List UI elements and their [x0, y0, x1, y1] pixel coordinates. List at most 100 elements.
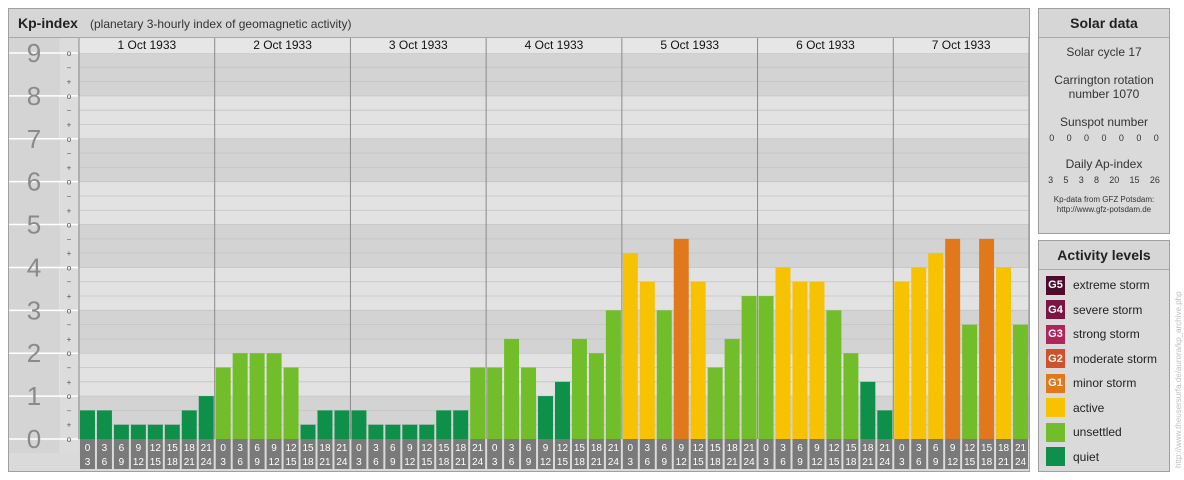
sunspot-value: 0 — [1066, 133, 1072, 143]
carrington-line-2: number 1070 — [1068, 87, 1140, 101]
kp-bar — [300, 424, 316, 439]
level-band — [9, 95, 1029, 139]
ap-index-values: 3 5 3 8 20 15 26 — [1039, 175, 1169, 185]
kp-bar — [724, 338, 740, 439]
kp-chart-panel: Kp-index (planetary 3-hourly index of ge… — [8, 8, 1030, 472]
kp-bar — [622, 253, 638, 439]
interval-start-label: 6 — [119, 443, 125, 454]
legend-swatch — [1046, 398, 1065, 417]
interval-start-label: 3 — [373, 443, 379, 454]
interval-end-label: 24 — [744, 457, 756, 468]
day-label: 3 Oct 1933 — [389, 38, 448, 52]
interval-end-label: 15 — [557, 457, 569, 468]
y-level-label: 6 — [27, 167, 41, 197]
interval-end-label: 18 — [574, 457, 586, 468]
interval-start-label: 9 — [407, 443, 413, 454]
legend-swatch: G3 — [1046, 324, 1065, 344]
legend-label: active — [1073, 400, 1105, 415]
interval-end-label: 12 — [133, 457, 145, 468]
legend-label: unsettled — [1073, 425, 1122, 439]
interval-end-label: 15 — [421, 457, 433, 468]
day-label: 1 Oct 1933 — [117, 38, 176, 52]
interval-end-label: 6 — [916, 457, 922, 468]
interval-start-label: 12 — [421, 443, 433, 454]
kp-bar — [80, 410, 95, 439]
interval-start-label: 12 — [693, 443, 705, 454]
y-minor-mark: − — [67, 192, 72, 201]
interval-end-label: 21 — [591, 457, 603, 468]
legend-label: minor storm — [1073, 376, 1137, 390]
legend-swatch: G4 — [1046, 300, 1065, 319]
credit-link[interactable]: http://www.gfz-potsdam.de — [1039, 205, 1169, 215]
kp-bar — [385, 424, 401, 439]
interval-end-label: 18 — [710, 457, 722, 468]
y-minor-mark: + — [67, 249, 72, 258]
legend-swatch: G5 — [1046, 275, 1065, 295]
y-minor-mark: o — [67, 263, 72, 272]
level-band — [9, 138, 1029, 182]
kp-bar — [368, 424, 384, 439]
ap-index-label: Daily Ap-index — [1065, 157, 1143, 171]
kp-bar — [283, 367, 299, 439]
sunspot-value: 0 — [1136, 133, 1142, 143]
interval-start-label: 15 — [302, 443, 314, 454]
y-minor-mark: + — [67, 206, 72, 215]
sunspot-values: 0 0 0 0 0 0 0 — [1039, 133, 1169, 143]
legend-swatch: G2 — [1046, 349, 1065, 368]
kp-bar — [826, 310, 842, 439]
kp-bar — [877, 410, 893, 439]
kp-bar — [419, 424, 435, 439]
y-minor-mark: o — [67, 349, 72, 358]
ap-index-value: 5 — [1063, 175, 1069, 185]
kp-bar — [113, 424, 129, 439]
interval-start-label: 21 — [744, 443, 756, 454]
y-level-label: 9 — [27, 38, 41, 68]
interval-start-label: 3 — [102, 443, 108, 454]
kp-bar — [130, 424, 146, 439]
legend-swatch: G1 — [1046, 373, 1065, 393]
legend-item: G2 moderate storm — [1046, 349, 1157, 369]
kp-bar — [198, 396, 214, 439]
interval-end-label: 18 — [302, 457, 314, 468]
interval-end-label: 3 — [220, 457, 226, 468]
interval-end-label: 9 — [254, 457, 260, 468]
kp-bar — [809, 281, 825, 439]
ap-index-value: 3 — [1048, 175, 1054, 185]
kp-bar — [164, 424, 180, 439]
interval-start-label: 6 — [933, 443, 939, 454]
y-minor-mark: + — [67, 120, 72, 129]
interval-end-label: 18 — [167, 457, 179, 468]
solar-data-panel: Solar data Solar cycle 17 Carrington rot… — [1038, 8, 1170, 234]
legend-item: G3 strong storm — [1046, 324, 1140, 344]
activity-levels-panel: Activity levels G5 extreme storm G4 severe … — [1038, 240, 1170, 472]
y-minor-mark: − — [67, 235, 72, 244]
kp-bar — [792, 281, 808, 439]
interval-end-label: 24 — [1015, 457, 1027, 468]
kp-bar — [911, 267, 927, 439]
interval-start-label: 21 — [1015, 443, 1027, 454]
interval-start-label: 15 — [574, 443, 586, 454]
kp-bar — [945, 238, 961, 439]
interval-start-label: 3 — [645, 443, 651, 454]
y-minor-mark: o — [67, 221, 72, 230]
sunspot-value: 0 — [1101, 133, 1107, 143]
day-label: 5 Oct 1933 — [660, 38, 719, 52]
interval-start-label: 9 — [814, 443, 820, 454]
legend-item: quiet — [1046, 447, 1099, 467]
kp-bar — [215, 367, 231, 439]
interval-end-label: 24 — [472, 457, 484, 468]
sunspot-label: Sunspot number — [1059, 115, 1149, 129]
interval-start-label: 0 — [899, 443, 905, 454]
kp-bar — [690, 281, 706, 439]
y-level-label: 7 — [27, 124, 41, 154]
interval-start-label: 18 — [319, 443, 331, 454]
y-level-label: 0 — [27, 424, 41, 454]
legend-label: strong storm — [1073, 327, 1140, 341]
interval-start-label: 15 — [710, 443, 722, 454]
kp-bar — [979, 238, 995, 439]
level-band — [9, 267, 1029, 311]
interval-start-label: 6 — [797, 443, 803, 454]
interval-start-label: 6 — [390, 443, 396, 454]
interval-end-label: 12 — [676, 457, 688, 468]
y-level-label: 4 — [27, 252, 41, 282]
